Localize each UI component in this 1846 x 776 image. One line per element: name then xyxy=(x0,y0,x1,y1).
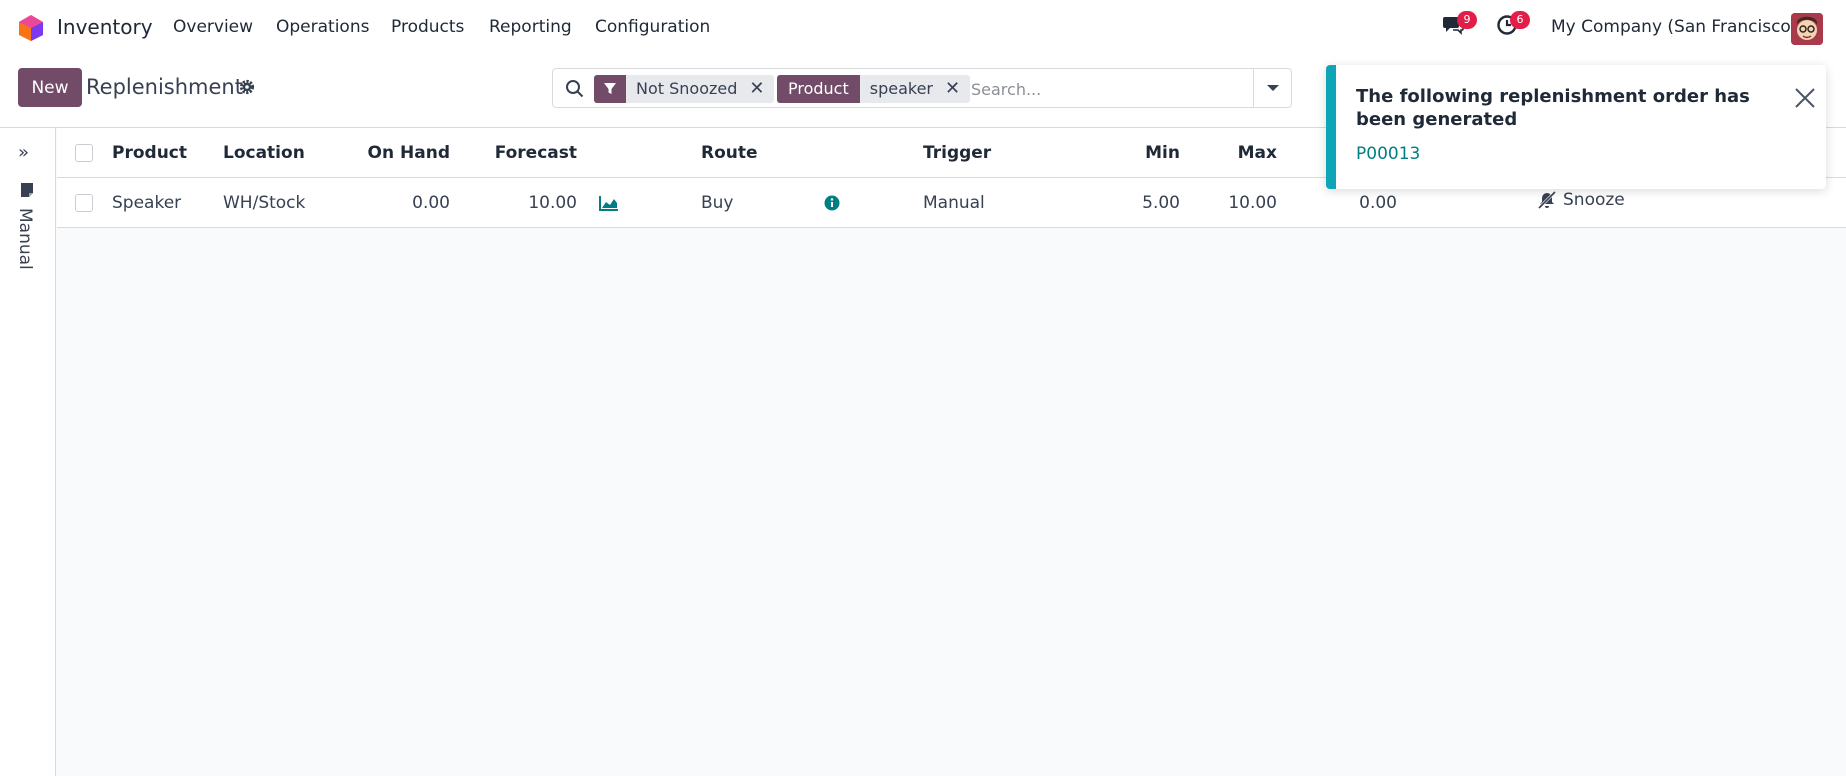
menu-overview[interactable]: Overview xyxy=(173,17,253,37)
facet-value: speaker ✕ xyxy=(859,75,971,103)
col-route[interactable]: Route xyxy=(701,143,758,163)
col-trigger[interactable]: Trigger xyxy=(923,143,991,163)
info-icon[interactable] xyxy=(824,195,840,211)
cell-location[interactable]: WH/Stock xyxy=(223,193,305,213)
cell-route[interactable]: Buy xyxy=(701,193,734,213)
menu-operations[interactable]: Operations xyxy=(276,17,369,37)
cell-on-hand[interactable]: 0.00 xyxy=(357,193,450,213)
filter-icon xyxy=(604,83,616,94)
close-icon[interactable] xyxy=(1794,87,1816,109)
side-filter-manual[interactable]: Manual xyxy=(15,208,35,270)
messages-badge: 9 xyxy=(1457,11,1477,29)
side-panel: » Manual xyxy=(0,128,56,776)
col-min[interactable]: Min xyxy=(1087,143,1180,163)
app-name[interactable]: Inventory xyxy=(57,15,153,39)
col-forecast[interactable]: Forecast xyxy=(477,143,577,163)
company-switcher[interactable]: My Company (San Francisco) xyxy=(1551,17,1797,37)
select-all-checkbox[interactable] xyxy=(75,144,93,162)
col-location[interactable]: Location xyxy=(223,143,305,163)
col-on-hand[interactable]: On Hand xyxy=(357,143,450,163)
facet-value: Not Snoozed ✕ xyxy=(626,75,775,103)
facet-remove-icon[interactable]: ✕ xyxy=(749,75,764,103)
note-icon xyxy=(21,183,33,197)
facet-filter-label xyxy=(594,75,626,103)
new-button[interactable]: New xyxy=(18,68,82,107)
search-icon[interactable] xyxy=(565,79,585,99)
snooze-button[interactable]: Snooze xyxy=(1537,190,1625,210)
cell-product[interactable]: Speaker xyxy=(112,193,181,213)
cell-max[interactable]: 10.00 xyxy=(1187,193,1277,213)
activities-badge: 6 xyxy=(1510,11,1530,29)
col-max[interactable]: Max xyxy=(1187,143,1277,163)
top-navbar: Inventory Overview Operations Products R… xyxy=(0,0,1846,56)
facet-remove-icon[interactable]: ✕ xyxy=(945,75,960,103)
avatar-face-icon xyxy=(1791,13,1823,45)
forecast-chart-icon[interactable] xyxy=(599,195,619,211)
bell-slash-icon xyxy=(1537,190,1557,210)
row-checkbox[interactable] xyxy=(75,194,93,212)
toast-message: The following replenishment order has be… xyxy=(1356,86,1750,130)
menu-reporting[interactable]: Reporting xyxy=(489,17,572,37)
facet-not-snoozed: Not Snoozed ✕ xyxy=(594,75,775,103)
menu-products[interactable]: Products xyxy=(391,17,464,37)
page-title: Replenishment xyxy=(86,75,243,99)
gear-icon[interactable] xyxy=(238,78,256,96)
search-bar[interactable]: Not Snoozed ✕ Product speaker ✕ xyxy=(552,68,1292,108)
cell-forecast[interactable]: 10.00 xyxy=(477,193,577,213)
col-product[interactable]: Product xyxy=(112,143,187,163)
toast-order-link[interactable]: P00013 xyxy=(1356,144,1420,164)
facet-label: Product xyxy=(777,75,860,103)
user-avatar[interactable] xyxy=(1791,13,1823,45)
cell-min[interactable]: 5.00 xyxy=(1087,193,1180,213)
notification-toast: The following replenishment order has be… xyxy=(1326,65,1826,189)
search-input[interactable] xyxy=(971,77,1251,101)
expand-panel-icon[interactable]: » xyxy=(18,142,29,163)
search-options-toggle[interactable] xyxy=(1253,69,1291,107)
menu-configuration[interactable]: Configuration xyxy=(595,17,710,37)
facet-product: Product speaker ✕ xyxy=(777,75,971,103)
cell-trigger[interactable]: Manual xyxy=(923,193,985,213)
caret-down-icon xyxy=(1267,85,1279,91)
cell-to-order[interactable]: 0.00 xyxy=(1307,193,1397,213)
app-logo-icon[interactable] xyxy=(18,14,44,42)
